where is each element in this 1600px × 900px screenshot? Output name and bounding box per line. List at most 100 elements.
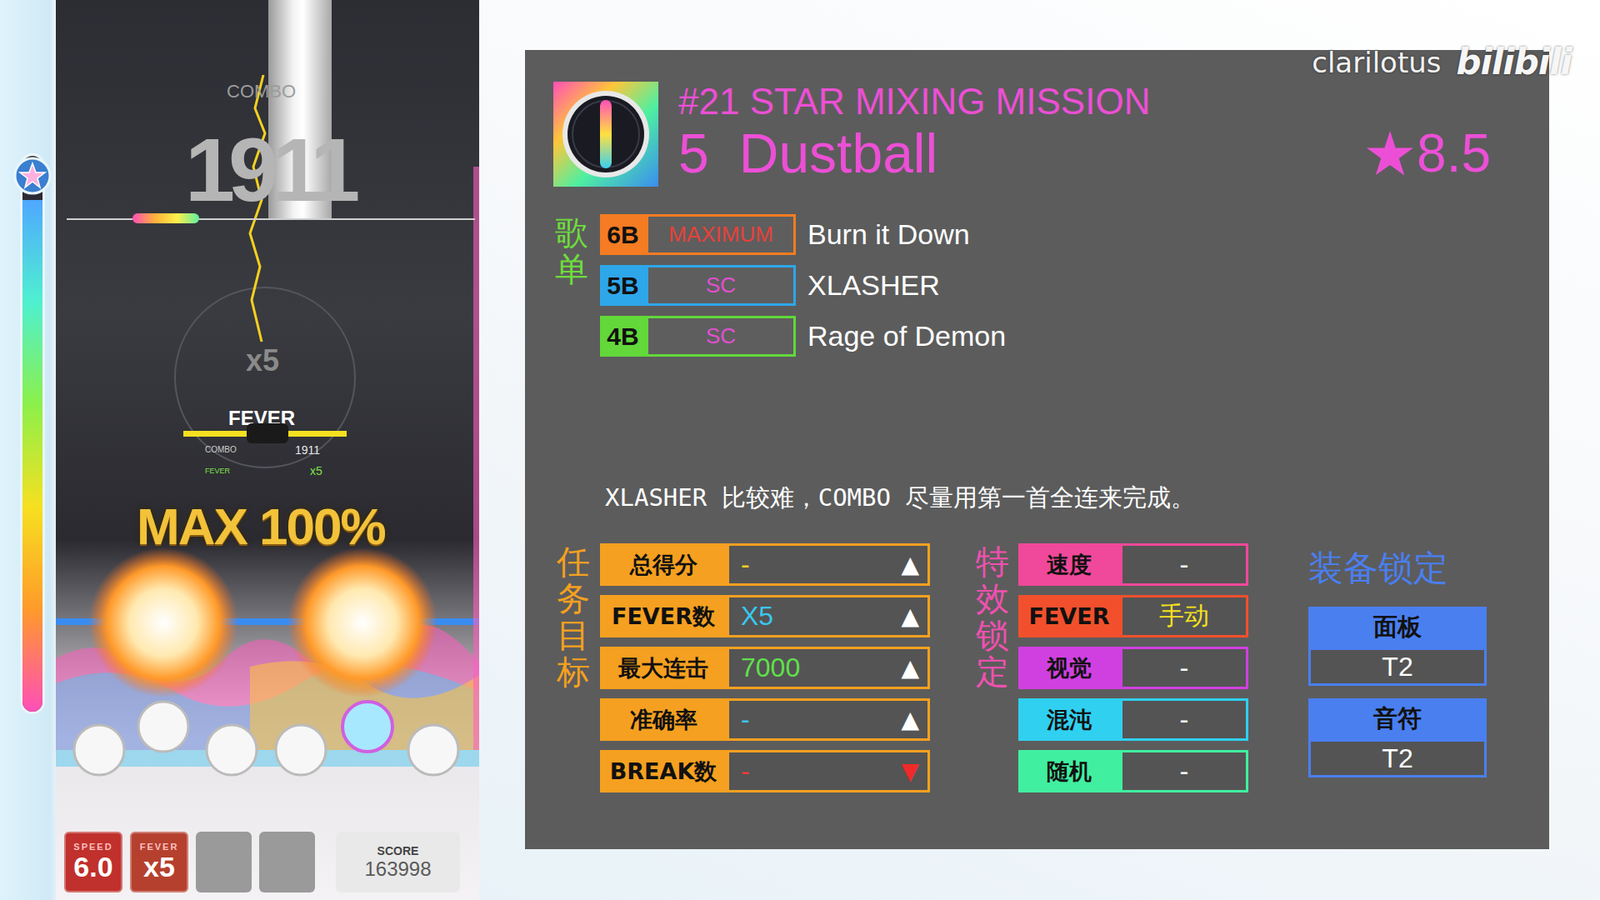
hud-combo-label: COMBO — [205, 445, 237, 455]
objective-arrow: ▲ — [900, 602, 920, 630]
objective-label: 最大连击 — [600, 646, 727, 690]
equipment-name: 面板 — [1308, 606, 1487, 648]
effect-label: 速度 — [1018, 543, 1120, 586]
mission-title: Dustball — [739, 121, 938, 185]
effect-label: 视觉 — [1018, 646, 1120, 690]
effect-row: FEVER手动 — [1018, 595, 1249, 638]
combo-counter: 1911 — [185, 125, 354, 215]
objective-row: 总得分-▲ — [600, 543, 930, 586]
equipment-value: T2 — [1308, 647, 1487, 686]
fever-gauge — [20, 153, 45, 715]
equipment-item: 音符T2 — [1308, 698, 1487, 778]
status-label: SPEED — [73, 841, 113, 852]
fever-knob — [246, 423, 289, 444]
combo-label: COMBO — [226, 80, 296, 103]
objective-label: BREAK数 — [600, 750, 727, 793]
empty-slot — [195, 831, 252, 893]
objective-label: 总得分 — [600, 543, 727, 586]
effect-row: 视觉- — [1018, 646, 1249, 690]
song-title: XLASHER — [807, 269, 940, 302]
status-label: FEVER — [140, 841, 180, 852]
objective-arrow: ▲ — [900, 654, 920, 682]
watermark: clarilotus bilibili — [1311, 41, 1572, 83]
objective-value: X5 — [740, 600, 901, 632]
song-title: Burn it Down — [807, 218, 970, 251]
effect-value: - — [1120, 698, 1249, 741]
objective-arrow: ▲ — [900, 550, 920, 579]
objective-row: 准确率-▲ — [600, 698, 930, 741]
objective-value: 7000 — [740, 652, 901, 684]
button-mode-badge: 6B — [600, 214, 646, 255]
status-box: FEVERx5 — [130, 831, 189, 893]
effect-value: 手动 — [1120, 595, 1249, 638]
objective-value: - — [740, 549, 901, 580]
objective-value: - — [740, 704, 901, 735]
difficulty-badge: MAXIMUM — [645, 214, 796, 255]
button-mode-badge: 5B — [600, 265, 646, 306]
objectives-list: 总得分-▲FEVER数X5▲最大连击7000▲准确率-▲BREAK数-▼ — [600, 543, 930, 793]
mission-header: #21 STAR MIXING MISSION5 Dustball ★8.5 — [553, 81, 1550, 187]
objective-field: 7000▲ — [726, 646, 930, 690]
site-logo: bilibili — [1455, 41, 1572, 83]
equipment-label: 装备锁定 — [1308, 545, 1487, 592]
equipment-lock: 装备锁定面板T2音符T2 — [1308, 543, 1487, 778]
mission-stage: 5 — [678, 121, 710, 185]
song-row: 6BMAXIMUM Burn it Down — [600, 214, 1006, 255]
status-value: x5 — [143, 851, 175, 883]
mission-titles: #21 STAR MIXING MISSION5 Dustball ★8.5 — [678, 81, 1550, 185]
gameplay-view: COMBO1911x5FEVERCOMBO1911FEVERx5MAX 100%… — [0, 0, 480, 900]
song-list: 6BMAXIMUMBurn it Down5BSCXLASHER4BSCRage… — [600, 214, 1006, 357]
hud-fever-label: FEVER — [205, 466, 230, 475]
objective-arrow: ▼ — [900, 757, 920, 785]
hud-combo: 1911 — [295, 443, 320, 457]
song-row: 4BSC Rage of Demon — [600, 315, 1006, 357]
hud-fever: x5 — [310, 464, 323, 478]
star-icon — [13, 156, 52, 195]
effect-label: FEVER — [1018, 595, 1120, 638]
score-value: 163998 — [364, 857, 431, 881]
judgement-text: MAX 100% — [136, 496, 385, 556]
effects-label: 特效锁定 — [975, 543, 1010, 690]
objective-row: FEVER数 X5▲ — [600, 595, 930, 638]
equipment-name: 音符 — [1308, 698, 1487, 740]
difficulty-badge: SC — [645, 265, 796, 306]
page: {"watermark": {"channel": "clarilotus", … — [0, 0, 1600, 900]
mission-number: #21 STAR MIXING MISSION — [678, 81, 1550, 122]
status-box: SPEED6.0 — [64, 831, 123, 893]
score-label: SCORE — [377, 844, 420, 858]
effects-list: 速度-FEVER手动视觉-混沌-随机- — [1018, 543, 1249, 793]
song-title: Rage of Demon — [807, 320, 1006, 353]
objectives-label: 任务目标 — [556, 543, 590, 690]
album-art-icon — [553, 81, 659, 187]
status-bar: SPEED6.0FEVERx5SCORE163998 — [64, 831, 460, 893]
objective-label: FEVER数 — [600, 595, 727, 638]
equipment-list: 面板T2音符T2 — [1308, 606, 1487, 778]
empty-slot — [259, 831, 315, 893]
score-box: SCORE163998 — [335, 831, 460, 893]
judgement-line — [66, 218, 475, 220]
mission-level: ★8.5 — [1363, 121, 1491, 185]
objective-row: BREAK数-▼ — [600, 750, 930, 793]
mission-note: XLASHER 比较难，COMBO 尽量用第一首全连来完成。 — [605, 481, 1550, 515]
effect-value: - — [1120, 750, 1249, 793]
locks-section: 任务目标总得分-▲FEVER数X5▲最大连击7000▲准确率-▲BREAK数-▼… — [553, 543, 1550, 793]
effect-label: 混沌 — [1018, 698, 1120, 741]
button-mode-badge: 4B — [600, 315, 646, 357]
equipment-value: T2 — [1308, 739, 1487, 778]
objective-arrow: ▲ — [900, 705, 920, 734]
playlist-label: 歌单 — [555, 214, 589, 357]
effect-row: 随机- — [1018, 750, 1249, 793]
mission-title-row: 5 Dustball ★8.5 — [678, 121, 1550, 185]
playlist: 歌单6BMAXIMUMBurn it Down5BSCXLASHER4BSCRa… — [553, 214, 1550, 357]
channel-watermark: clarilotus — [1311, 45, 1441, 80]
song-row: 5BSC XLASHER — [600, 265, 1006, 306]
status-value: 6.0 — [73, 851, 113, 883]
objective-value: - — [740, 755, 901, 787]
equipment-item: 面板T2 — [1308, 606, 1487, 686]
effect-value: - — [1120, 646, 1249, 690]
effect-row: 混沌- — [1018, 698, 1249, 741]
effect-row: 速度- — [1018, 543, 1249, 586]
difficulty-badge: SC — [645, 315, 796, 357]
mission-panel: #21 STAR MIXING MISSION5 Dustball ★8.5 歌单 6B… — [525, 50, 1550, 850]
objective-field: -▲ — [726, 543, 930, 586]
